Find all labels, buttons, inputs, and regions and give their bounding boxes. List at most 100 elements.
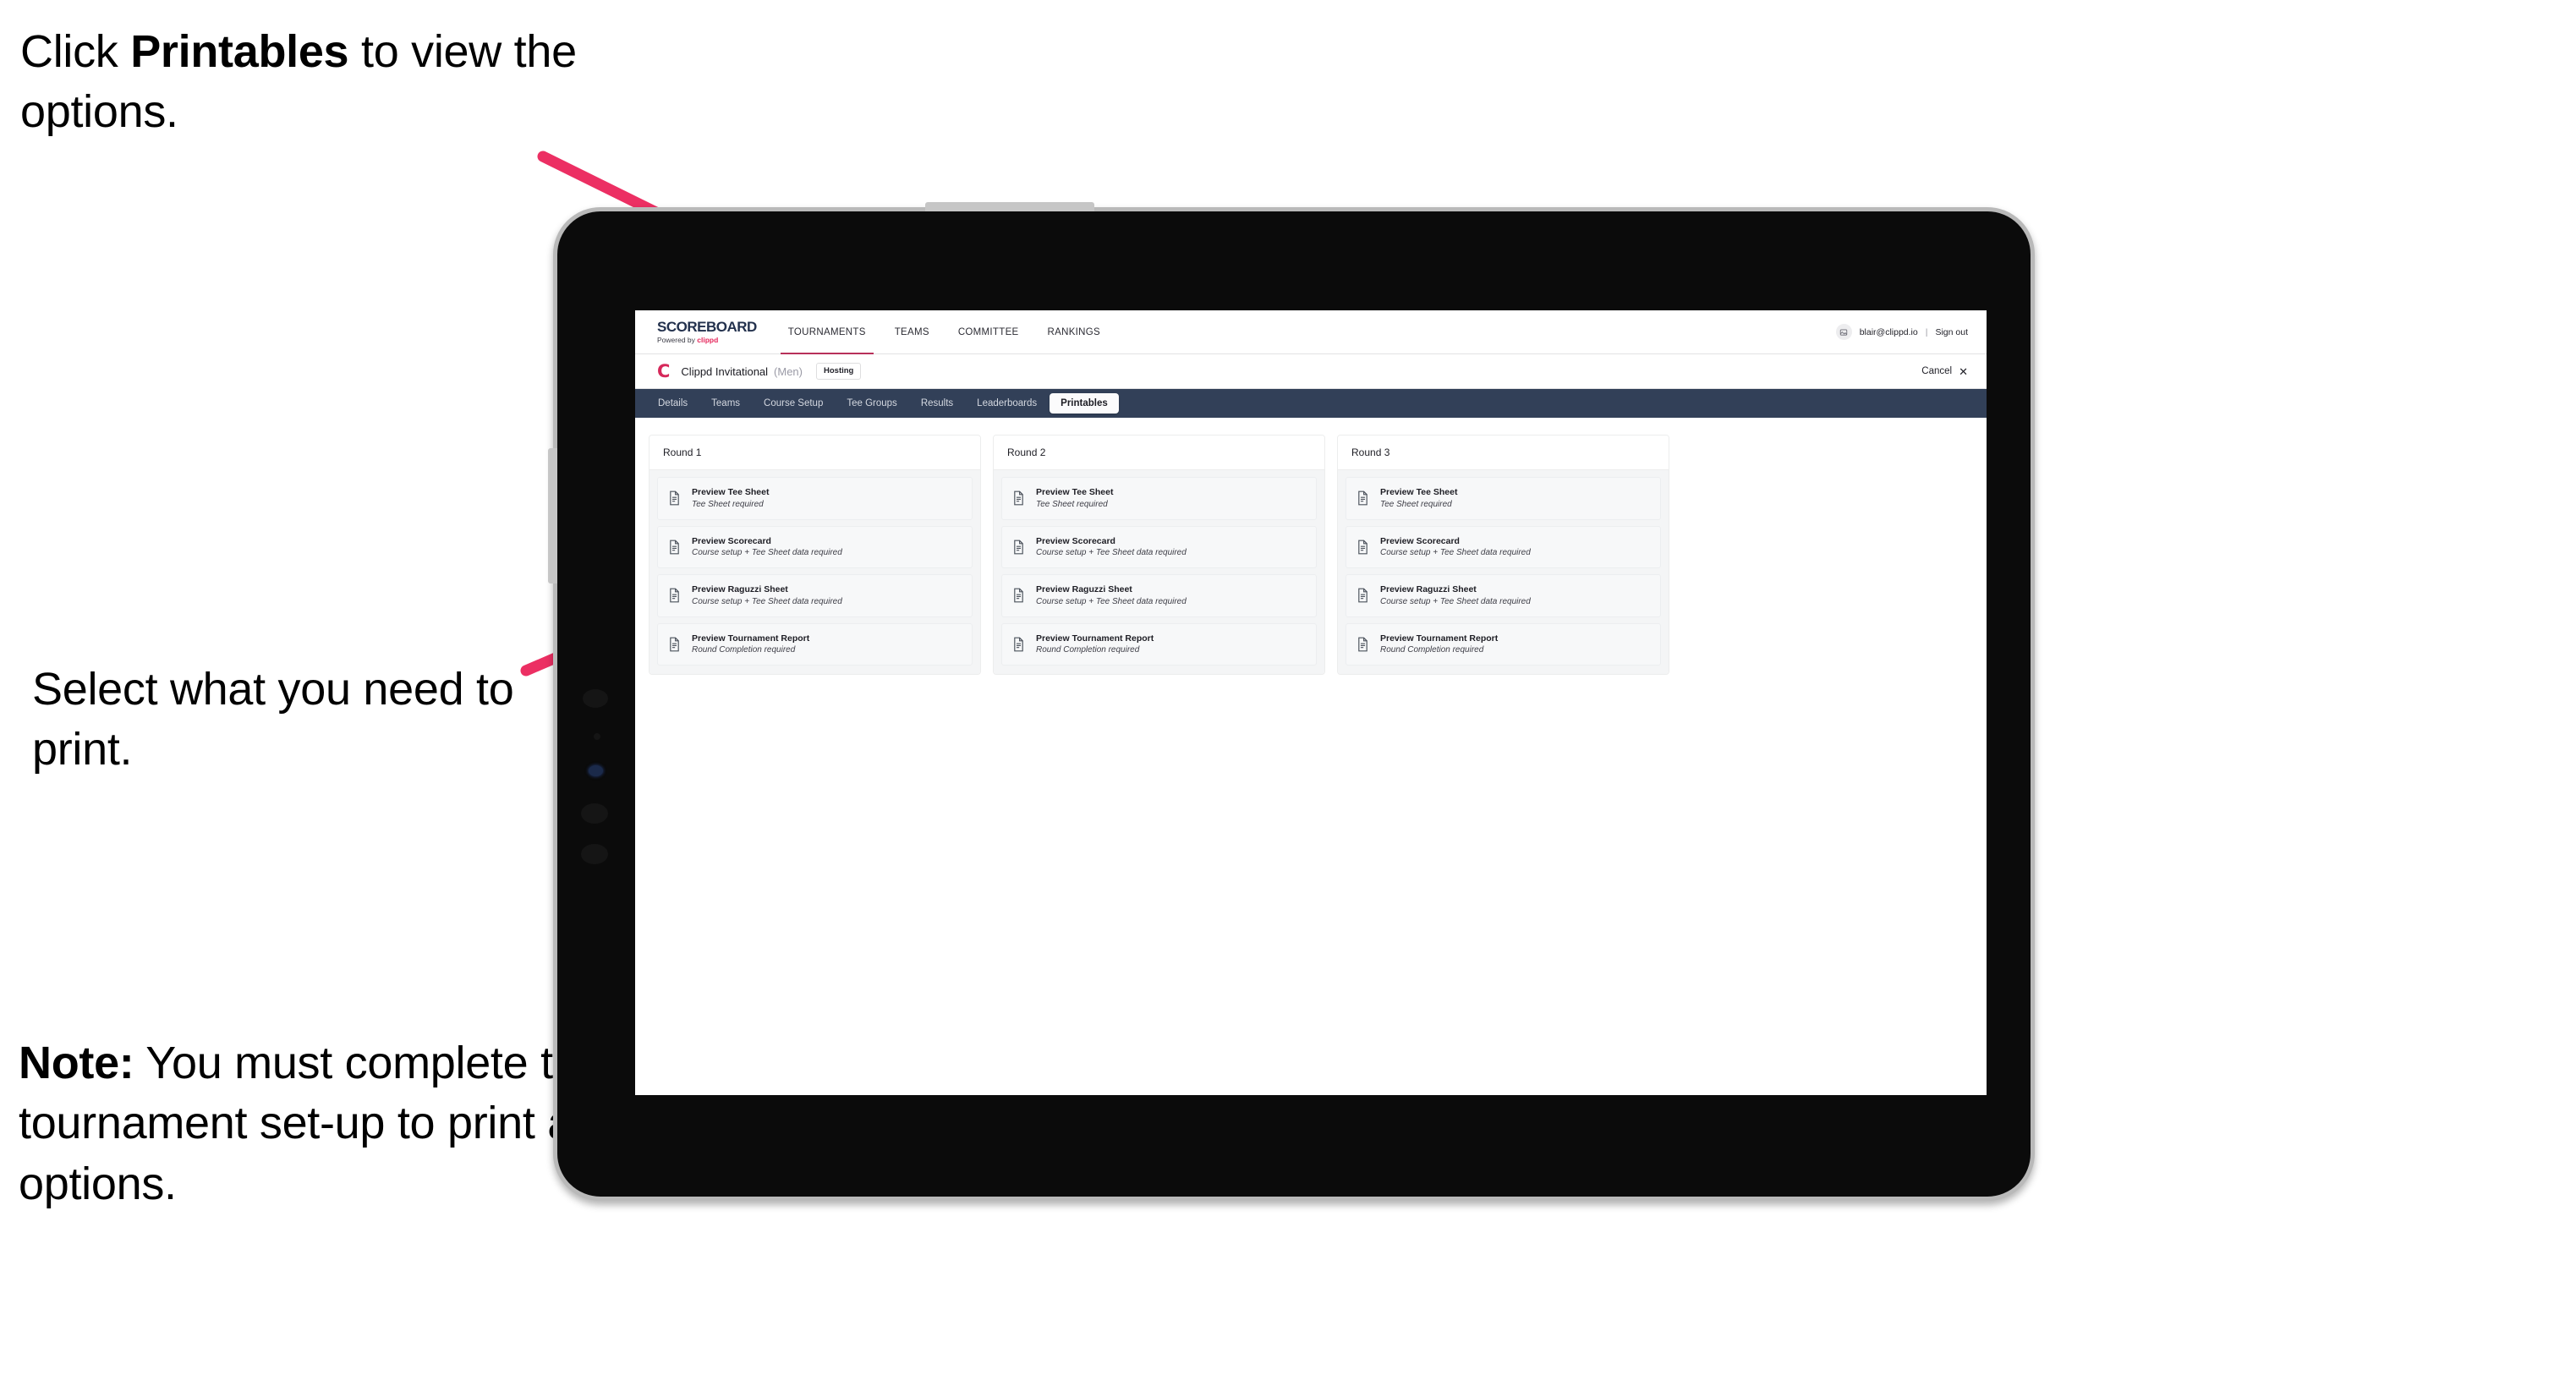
document-icon xyxy=(1012,490,1025,506)
tab-tee-groups-label: Tee Groups xyxy=(847,398,897,408)
printable-item[interactable]: Preview Scorecard Course setup + Tee She… xyxy=(1346,525,1661,569)
printable-item[interactable]: Preview Raguzzi Sheet Course setup + Tee… xyxy=(657,574,973,617)
printable-title: Preview Scorecard xyxy=(1380,535,1460,546)
round-column: Round 3 Preview Tee Sheet Tee Sheet requ… xyxy=(1337,435,1669,676)
printable-text: Preview Tournament Report Round Completi… xyxy=(1380,633,1498,656)
tab-leaderboards[interactable]: Leaderboards xyxy=(966,393,1048,414)
brand-clippd-mark: clippd xyxy=(697,336,719,345)
printable-text: Preview Tee Sheet Tee Sheet required xyxy=(1036,487,1113,510)
round-items-list: Preview Tee Sheet Tee Sheet required Pre… xyxy=(1338,470,1669,675)
account-divider: | xyxy=(1925,326,1928,337)
bezel-sensor-d-icon xyxy=(581,844,608,864)
topnav-label-committee: COMMITTEE xyxy=(957,326,1019,337)
tournament-logo-icon: C xyxy=(657,360,671,381)
printable-requirement: Round Completion required xyxy=(692,645,796,655)
round-column: Round 1 Preview Tee Sheet Tee Sheet requ… xyxy=(649,435,981,676)
printable-text: Preview Tee Sheet Tee Sheet required xyxy=(1380,487,1457,510)
tab-printables[interactable]: Printables xyxy=(1050,393,1119,414)
tab-results-label: Results xyxy=(920,398,954,408)
tournament-gender-label: (Men) xyxy=(774,364,803,378)
printable-requirement: Course setup + Tee Sheet data required xyxy=(1380,596,1531,606)
topnav-label-teams: TEAMS xyxy=(894,326,929,337)
printable-item[interactable]: Preview Tournament Report Round Completi… xyxy=(1001,622,1317,666)
tab-course-setup[interactable]: Course Setup xyxy=(753,393,834,414)
printable-requirement: Round Completion required xyxy=(1380,645,1484,655)
printable-item[interactable]: Preview Tournament Report Round Completi… xyxy=(1346,622,1661,666)
document-icon xyxy=(1357,540,1369,555)
round-title: Round 3 xyxy=(1338,436,1669,470)
printable-item[interactable]: Preview Scorecard Course setup + Tee She… xyxy=(1001,525,1317,569)
annotation-note-bold: Note: xyxy=(19,1038,134,1088)
document-icon xyxy=(1357,588,1369,603)
tab-course-setup-label: Course Setup xyxy=(764,398,824,408)
document-icon xyxy=(668,637,681,652)
printable-title: Preview Tournament Report xyxy=(1380,633,1499,644)
printable-requirement: Tee Sheet required xyxy=(1380,499,1452,509)
tab-teams-label: Teams xyxy=(711,398,741,408)
brand-powered-by: Powered by clippd xyxy=(657,337,757,344)
round-column: Round 2 Preview Tee Sheet Tee Sheet requ… xyxy=(993,435,1325,676)
bezel-sensor-b-icon xyxy=(594,733,600,740)
tab-tee-groups[interactable]: Tee Groups xyxy=(836,393,907,414)
front-camera-icon xyxy=(589,765,603,776)
printable-requirement: Tee Sheet required xyxy=(692,499,764,509)
topnav-item-committee[interactable]: COMMITTEE xyxy=(944,310,1033,353)
brand-wordmark: SCOREBOARD xyxy=(657,319,757,336)
bezel-sensor-c-icon xyxy=(581,803,608,824)
tournament-title: Clippd Invitational xyxy=(681,364,769,378)
tablet-power-button[interactable] xyxy=(925,202,1094,211)
status-badge: Hosting xyxy=(816,363,862,380)
printable-item[interactable]: Preview Tournament Report Round Completi… xyxy=(657,622,973,666)
document-icon xyxy=(1357,490,1369,506)
printable-title: Preview Scorecard xyxy=(692,535,771,546)
tablet-screen: SCOREBOARD Powered by clippd TOURNAMENTS… xyxy=(635,310,1987,1095)
printable-text: Preview Scorecard Course setup + Tee She… xyxy=(692,536,842,559)
bezel-sensor-a-icon xyxy=(583,689,608,708)
topnav-item-rankings[interactable]: RANKINGS xyxy=(1033,310,1115,353)
printable-title: Preview Raguzzi Sheet xyxy=(1036,584,1132,595)
round-items-list: Preview Tee Sheet Tee Sheet required Pre… xyxy=(994,470,1324,675)
printable-item[interactable]: Preview Tee Sheet Tee Sheet required xyxy=(1001,477,1317,520)
document-icon xyxy=(1012,637,1025,652)
printable-text: Preview Raguzzi Sheet Course setup + Tee… xyxy=(1380,584,1531,607)
printable-item[interactable]: Preview Scorecard Course setup + Tee She… xyxy=(657,525,973,569)
brand-powered-by-text: Powered by xyxy=(657,336,698,345)
sign-out-button[interactable]: Sign out xyxy=(1935,327,1968,337)
annotation-select-print: Select what you need to print. xyxy=(32,664,514,775)
tab-leaderboards-label: Leaderboards xyxy=(977,398,1038,408)
printable-text: Preview Raguzzi Sheet Course setup + Tee… xyxy=(1036,584,1187,607)
printable-item[interactable]: Preview Raguzzi Sheet Course setup + Tee… xyxy=(1001,574,1317,617)
printable-item[interactable]: Preview Tee Sheet Tee Sheet required xyxy=(1346,477,1661,520)
cancel-button[interactable]: Cancel ✕ xyxy=(1921,366,1968,377)
tab-printables-label: Printables xyxy=(1061,398,1108,408)
screenshot-root: Click Printables to view the options. Se… xyxy=(0,0,2576,1386)
tab-results[interactable]: Results xyxy=(910,393,964,414)
printable-item[interactable]: Preview Tee Sheet Tee Sheet required xyxy=(657,477,973,520)
document-icon xyxy=(1012,588,1025,603)
printable-text: Preview Raguzzi Sheet Course setup + Tee… xyxy=(692,584,842,607)
topnav-item-tournaments[interactable]: TOURNAMENTS xyxy=(774,310,880,354)
annotation-click-bold: Printables xyxy=(130,26,349,77)
document-icon xyxy=(1012,540,1025,555)
round-title: Round 2 xyxy=(994,436,1324,470)
round-items-list: Preview Tee Sheet Tee Sheet required Pre… xyxy=(649,470,980,675)
printable-text: Preview Scorecard Course setup + Tee She… xyxy=(1380,536,1531,559)
printable-item[interactable]: Preview Raguzzi Sheet Course setup + Tee… xyxy=(1346,574,1661,617)
tablet-device-frame: SCOREBOARD Powered by clippd TOURNAMENTS… xyxy=(548,202,2035,1201)
app-top-navigation: SCOREBOARD Powered by clippd TOURNAMENTS… xyxy=(635,310,1987,354)
printable-title: Preview Tee Sheet xyxy=(692,487,770,497)
printable-title: Preview Scorecard xyxy=(1036,535,1115,546)
printables-panel: Round 1 Preview Tee Sheet Tee Sheet requ… xyxy=(635,418,1987,1095)
tab-teams[interactable]: Teams xyxy=(700,393,751,414)
printable-requirement: Course setup + Tee Sheet data required xyxy=(1036,548,1187,558)
printable-title: Preview Tournament Report xyxy=(1036,633,1154,644)
tablet-volume-button[interactable] xyxy=(548,448,557,583)
tab-details[interactable]: Details xyxy=(647,393,699,414)
annotation-click-printables: Click Printables to view the options. xyxy=(20,22,578,143)
document-icon xyxy=(668,490,681,506)
topnav-item-teams[interactable]: TEAMS xyxy=(880,310,944,353)
document-icon xyxy=(668,588,681,603)
user-avatar-icon[interactable] xyxy=(1835,324,1852,340)
printable-text: Preview Tournament Report Round Completi… xyxy=(1036,633,1154,656)
brand-logo[interactable]: SCOREBOARD Powered by clippd xyxy=(635,310,774,353)
